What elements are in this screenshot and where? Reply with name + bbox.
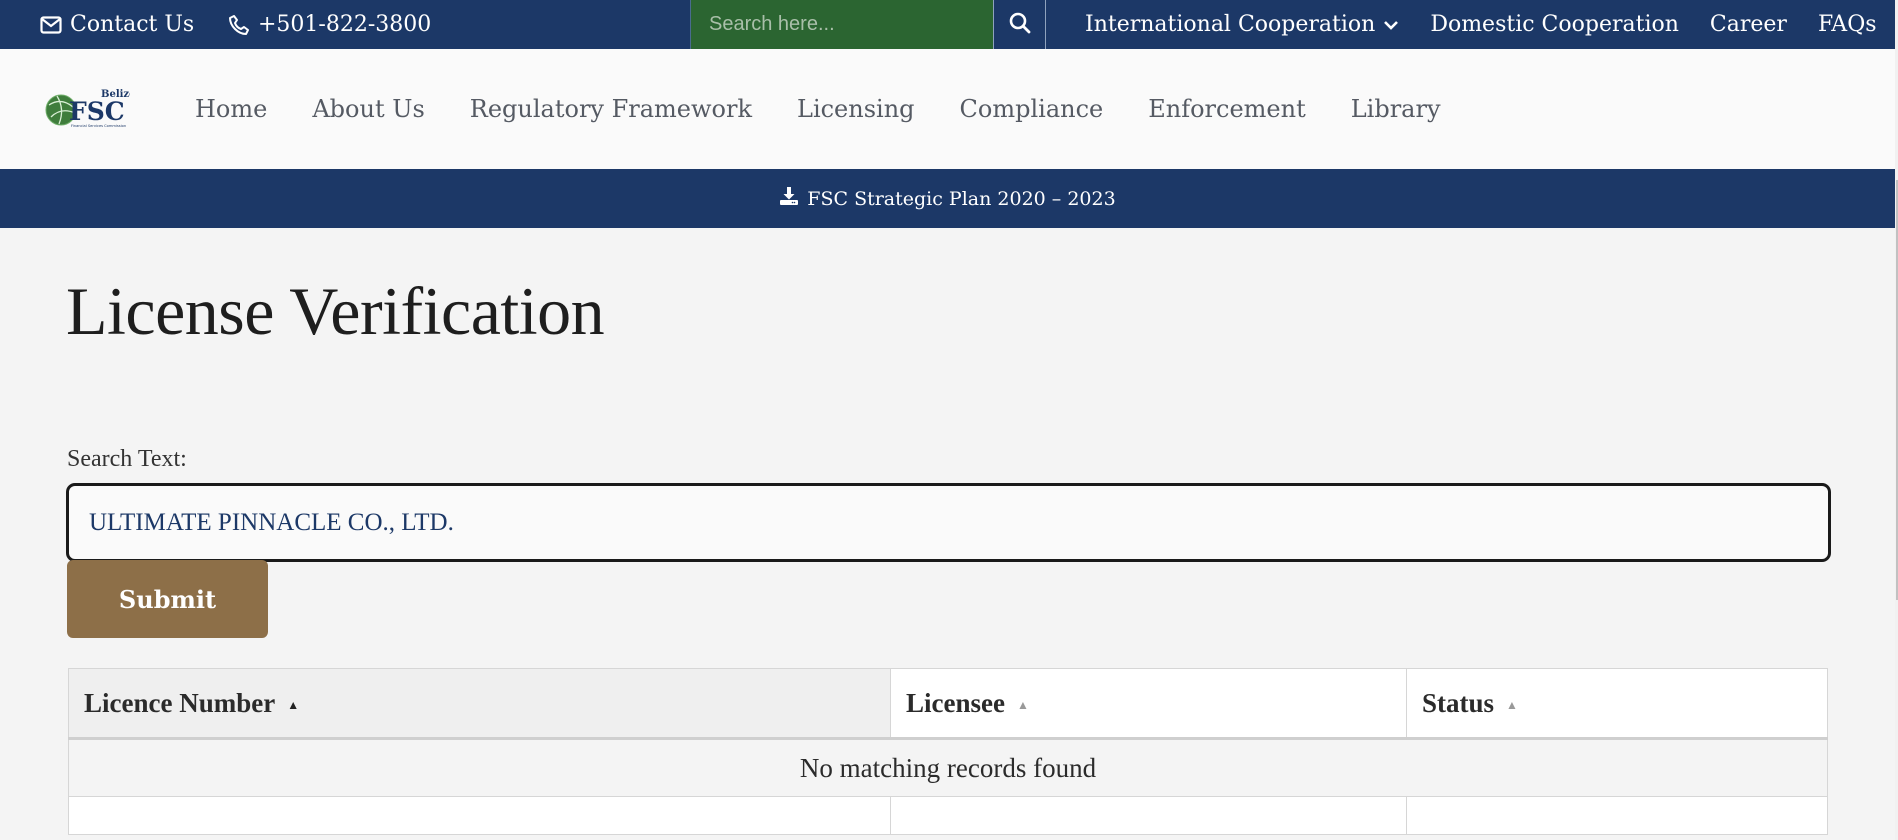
download-icon	[779, 186, 799, 211]
main-header: Belize FSC Financial Services Commission…	[0, 49, 1895, 169]
sort-ascending-icon: ▲	[1506, 697, 1518, 712]
announcement-banner: FSC Strategic Plan 2020 – 2023	[0, 169, 1895, 228]
contact-us-link[interactable]: Contact Us	[40, 0, 194, 49]
top-nav-career[interactable]: Career	[1710, 12, 1787, 37]
table-cell	[1406, 796, 1828, 835]
top-nav-label: International Cooperation	[1085, 12, 1376, 37]
column-label: Licence Number	[84, 687, 276, 718]
search-text-input[interactable]	[66, 483, 1831, 562]
sort-ascending-icon: ▲	[1016, 697, 1029, 712]
sort-ascending-icon: ▲	[287, 697, 300, 712]
chevron-down-icon	[1383, 12, 1399, 37]
strategic-plan-label: FSC Strategic Plan 2020 – 2023	[807, 187, 1116, 210]
no-records-message: No matching records found	[68, 738, 1828, 797]
search-icon	[1008, 11, 1032, 38]
search-text-label: Search Text:	[67, 446, 187, 472]
envelope-icon	[40, 15, 62, 34]
nav-compliance[interactable]: Compliance	[960, 95, 1104, 123]
phone-number: +501-822-3800	[258, 12, 432, 37]
table-cell	[68, 796, 891, 835]
logo-main-text: FSC	[69, 97, 125, 126]
nav-about-us[interactable]: About Us	[312, 95, 424, 123]
nav-regulatory-framework[interactable]: Regulatory Framework	[470, 95, 752, 123]
site-search-input[interactable]	[690, 0, 993, 49]
column-label: Licensee	[906, 687, 1005, 718]
results-table: Licence Number ▲ Licensee ▲ Status ▲ No mat…	[68, 668, 1828, 835]
phone-icon	[228, 14, 250, 36]
site-search-button[interactable]	[993, 0, 1046, 49]
table-row-empty: No matching records found	[68, 738, 1828, 797]
nav-home[interactable]: Home	[195, 95, 267, 123]
column-label: Status	[1422, 687, 1495, 718]
page-title: License Verification	[66, 273, 605, 349]
top-nav-domestic-cooperation[interactable]: Domestic Cooperation	[1430, 12, 1679, 37]
nav-enforcement[interactable]: Enforcement	[1148, 95, 1306, 123]
table-header-row: Licence Number ▲ Licensee ▲ Status ▲	[68, 668, 1828, 740]
top-nav-faqs[interactable]: FAQs	[1818, 12, 1877, 37]
logo-sub-text: Financial Services Commission	[71, 124, 126, 128]
strategic-plan-link[interactable]: FSC Strategic Plan 2020 – 2023	[779, 186, 1116, 211]
fsc-logo[interactable]: Belize FSC Financial Services Commission	[45, 87, 135, 129]
submit-button[interactable]: Submit	[67, 560, 268, 638]
column-header-licence-number[interactable]: Licence Number ▲	[68, 668, 891, 740]
site-search	[690, 0, 1046, 49]
top-nav: International Cooperation Domestic Coope…	[1085, 0, 1877, 49]
contact-us-label: Contact Us	[70, 12, 195, 37]
top-bar: Contact Us +501-822-3800 International C…	[0, 0, 1895, 49]
column-header-status[interactable]: Status ▲	[1406, 668, 1828, 740]
phone-link[interactable]: +501-822-3800	[228, 0, 431, 49]
top-nav-international-cooperation[interactable]: International Cooperation	[1085, 12, 1399, 37]
table-row	[68, 796, 1828, 835]
column-header-licensee[interactable]: Licensee ▲	[890, 668, 1407, 740]
nav-library[interactable]: Library	[1351, 95, 1441, 123]
main-nav: Home About Us Regulatory Framework Licen…	[195, 49, 1486, 169]
nav-licensing[interactable]: Licensing	[797, 95, 915, 123]
table-cell	[890, 796, 1407, 835]
